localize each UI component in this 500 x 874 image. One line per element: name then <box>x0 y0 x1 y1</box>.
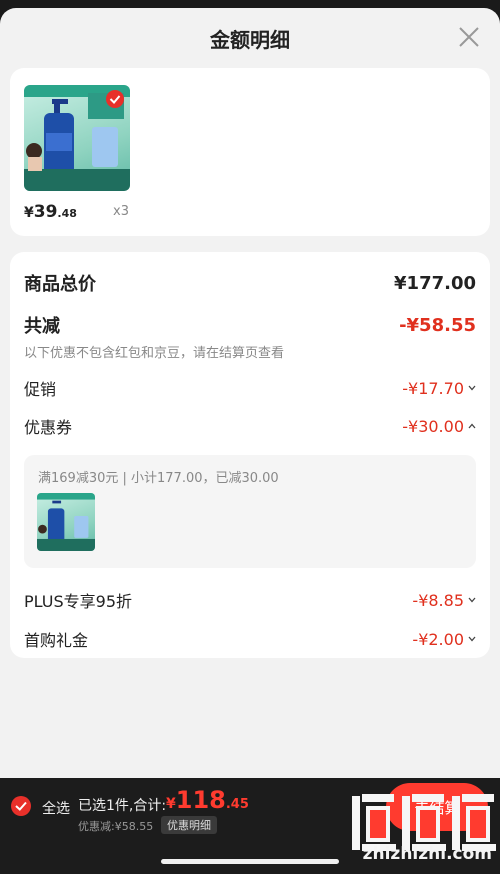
product-card: ¥39.48 x3 <box>10 68 490 236</box>
home-indicator[interactable] <box>161 859 339 864</box>
selected-check-icon <box>106 90 124 108</box>
reduction-value: -¥58.55 <box>399 314 476 336</box>
selected-count-text: 已选1件,合计: <box>78 798 167 814</box>
first-purchase-label: 首购礼金 <box>24 631 89 650</box>
chevron-down-icon <box>468 636 476 642</box>
close-icon[interactable] <box>458 26 480 48</box>
chevron-down-icon <box>468 597 476 603</box>
reduction-note: 以下优惠不包含红包和京豆，请在结算页查看 <box>24 346 285 361</box>
coupon-detail-text: 满169减30元 | 小计177.00，已减30.00 <box>38 471 279 486</box>
promotion-value: -¥17.70 <box>402 378 464 398</box>
first-purchase-value: -¥2.00 <box>412 629 464 649</box>
plus-label: PLUS专享95折 <box>24 592 132 611</box>
row-plus-discount[interactable]: PLUS专享95折 -¥8.85 <box>24 588 476 612</box>
product-price: ¥39.48 <box>24 202 77 222</box>
coupon-product-thumbnail <box>37 493 95 551</box>
chevron-up-icon <box>468 423 476 429</box>
coupon-value-wrap: -¥30.00 <box>402 417 476 436</box>
row-first-purchase[interactable]: 首购礼金 -¥2.00 <box>24 627 476 651</box>
plus-value: -¥8.85 <box>412 590 464 610</box>
checkout-bar: 全选 已选1件,合计: ¥118.45 优惠减:¥58.55 优惠明细 去结算 … <box>0 778 500 874</box>
price-integer: 39 <box>33 202 58 222</box>
row-total-reduction: 共减 -¥58.55 <box>24 312 476 338</box>
row-coupon[interactable]: 优惠券 -¥30.00 <box>24 414 476 438</box>
total-price-value: ¥177.00 <box>394 272 476 294</box>
plus-value-wrap: -¥8.85 <box>412 591 476 610</box>
discount-detail-button[interactable]: 优惠明细 <box>161 816 217 834</box>
total-decimal: .45 <box>225 797 249 812</box>
total-integer: 118 <box>175 786 226 814</box>
sheet-header: 金额明细 <box>0 8 500 66</box>
total-price-label: 商品总价 <box>24 274 96 295</box>
discount-summary: 优惠减:¥58.55 <box>78 820 154 833</box>
price-currency: ¥ <box>24 205 34 221</box>
coupon-value: -¥30.00 <box>402 416 464 436</box>
promotion-value-wrap: -¥17.70 <box>402 379 476 398</box>
row-total-price: 商品总价 ¥177.00 <box>24 270 476 296</box>
total-amount: ¥118.45 <box>166 786 249 814</box>
row-promotion[interactable]: 促销 -¥17.70 <box>24 376 476 400</box>
price-decimal: .48 <box>57 207 77 220</box>
watermark-text: zhizhizhi.com <box>362 844 492 864</box>
shampoo-product-icon <box>37 493 95 551</box>
select-all-checkbox[interactable] <box>11 796 31 816</box>
coupon-detail-box: 满169减30元 | 小计177.00，已减30.00 <box>24 455 476 568</box>
coupon-label: 优惠券 <box>24 418 73 437</box>
summary-card: 商品总价 ¥177.00 共减 -¥58.55 以下优惠不包含红包和京豆，请在结… <box>10 252 490 658</box>
product-image[interactable] <box>24 85 130 191</box>
amount-detail-sheet: 金额明细 ¥39.48 x3 商品总价 ¥177.00 共减 -¥58.55 以… <box>0 8 500 778</box>
total-currency: ¥ <box>166 796 176 812</box>
first-purchase-value-wrap: -¥2.00 <box>412 630 476 649</box>
chevron-down-icon <box>468 385 476 391</box>
promotion-label: 促销 <box>24 380 57 399</box>
sheet-title: 金额明细 <box>210 28 290 52</box>
product-quantity: x3 <box>113 204 129 219</box>
select-all-label[interactable]: 全选 <box>42 798 70 818</box>
reduction-label: 共减 <box>24 316 60 337</box>
